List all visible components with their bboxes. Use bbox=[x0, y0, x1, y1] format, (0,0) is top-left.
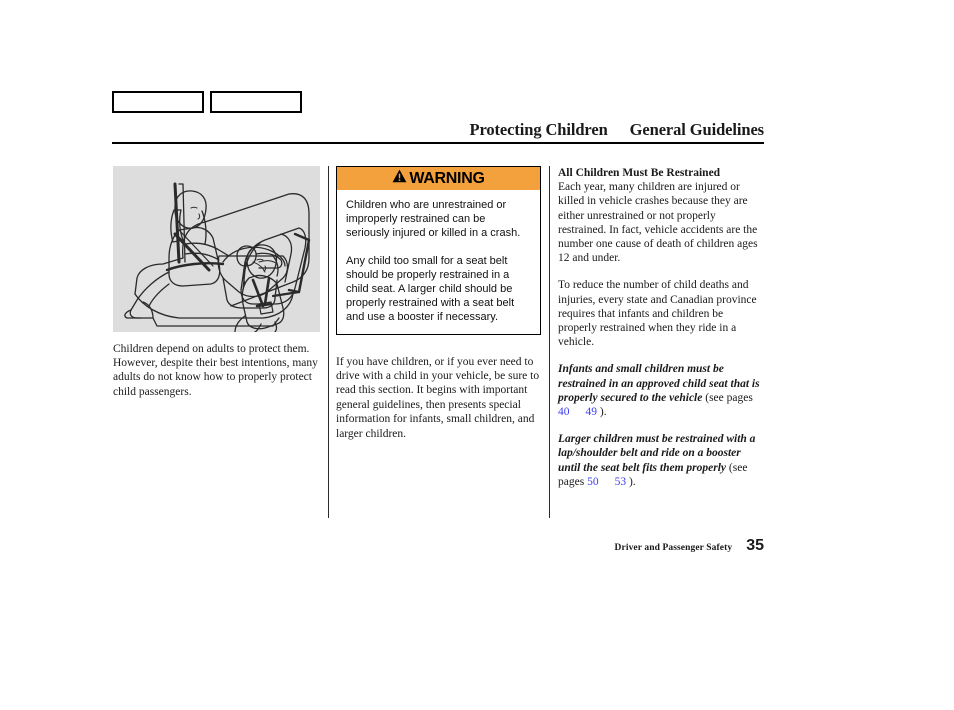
warning-label: WARNING bbox=[409, 169, 485, 187]
note-2-ref-suffix: ). bbox=[626, 475, 636, 488]
title-rule bbox=[112, 142, 764, 144]
note-1-ref-suffix: ). bbox=[597, 406, 607, 419]
warning-body: Children who are unrestrained or imprope… bbox=[337, 190, 540, 334]
column-divider-2 bbox=[549, 166, 550, 518]
page-title-primary: Protecting Children bbox=[469, 120, 608, 139]
footer-page-number: 35 bbox=[746, 537, 764, 554]
note-1-ref-prefix: (see pages bbox=[702, 391, 753, 404]
middle-column: WARNING Children who are unrestrained or… bbox=[336, 166, 541, 441]
right-column-note-2: Larger children must be restrained with … bbox=[558, 432, 764, 489]
warning-box: WARNING Children who are unrestrained or… bbox=[336, 166, 541, 335]
note-2-page-link-from[interactable]: 50 bbox=[587, 476, 599, 488]
left-column: Children depend on adults to protect the… bbox=[113, 166, 320, 399]
note-1-page-link-from[interactable]: 40 bbox=[558, 406, 570, 418]
right-column-note-1: Infants and small children must be restr… bbox=[558, 362, 764, 419]
warning-triangle-icon bbox=[392, 169, 407, 188]
header-tab-box-2[interactable] bbox=[210, 91, 302, 113]
illustration-caption: Children depend on adults to protect the… bbox=[113, 343, 318, 398]
page-footer: Driver and Passenger Safety 35 bbox=[558, 537, 764, 555]
right-column-paragraph-2: To reduce the number of child deaths and… bbox=[558, 279, 757, 349]
column-divider-1 bbox=[328, 166, 329, 518]
warning-paragraph-2: Any child too small for a seat belt shou… bbox=[346, 254, 515, 324]
header-tab-group bbox=[112, 91, 302, 113]
right-column: All Children Must Be Restrained Each yea… bbox=[558, 166, 764, 489]
manual-page: Protecting Children General Guidelines C… bbox=[0, 0, 954, 710]
right-column-heading: All Children Must Be Restrained bbox=[558, 167, 721, 179]
middle-column-paragraph: If you have children, or if you ever nee… bbox=[336, 355, 540, 440]
header-tab-box-1[interactable] bbox=[112, 91, 204, 113]
rear-seat-children-restraint-illustration bbox=[113, 166, 320, 332]
note-1-page-link-to[interactable]: 49 bbox=[586, 406, 598, 418]
note-2-page-link-to[interactable]: 53 bbox=[615, 476, 627, 488]
footer-section-label: Driver and Passenger Safety bbox=[614, 543, 733, 553]
warning-header: WARNING bbox=[337, 167, 540, 190]
right-column-paragraph-1: Each year, many children are injured or … bbox=[558, 181, 758, 265]
page-title: Protecting Children General Guidelines bbox=[112, 120, 764, 140]
page-title-secondary: General Guidelines bbox=[629, 120, 764, 139]
warning-paragraph-1: Children who are unrestrained or imprope… bbox=[346, 199, 521, 240]
